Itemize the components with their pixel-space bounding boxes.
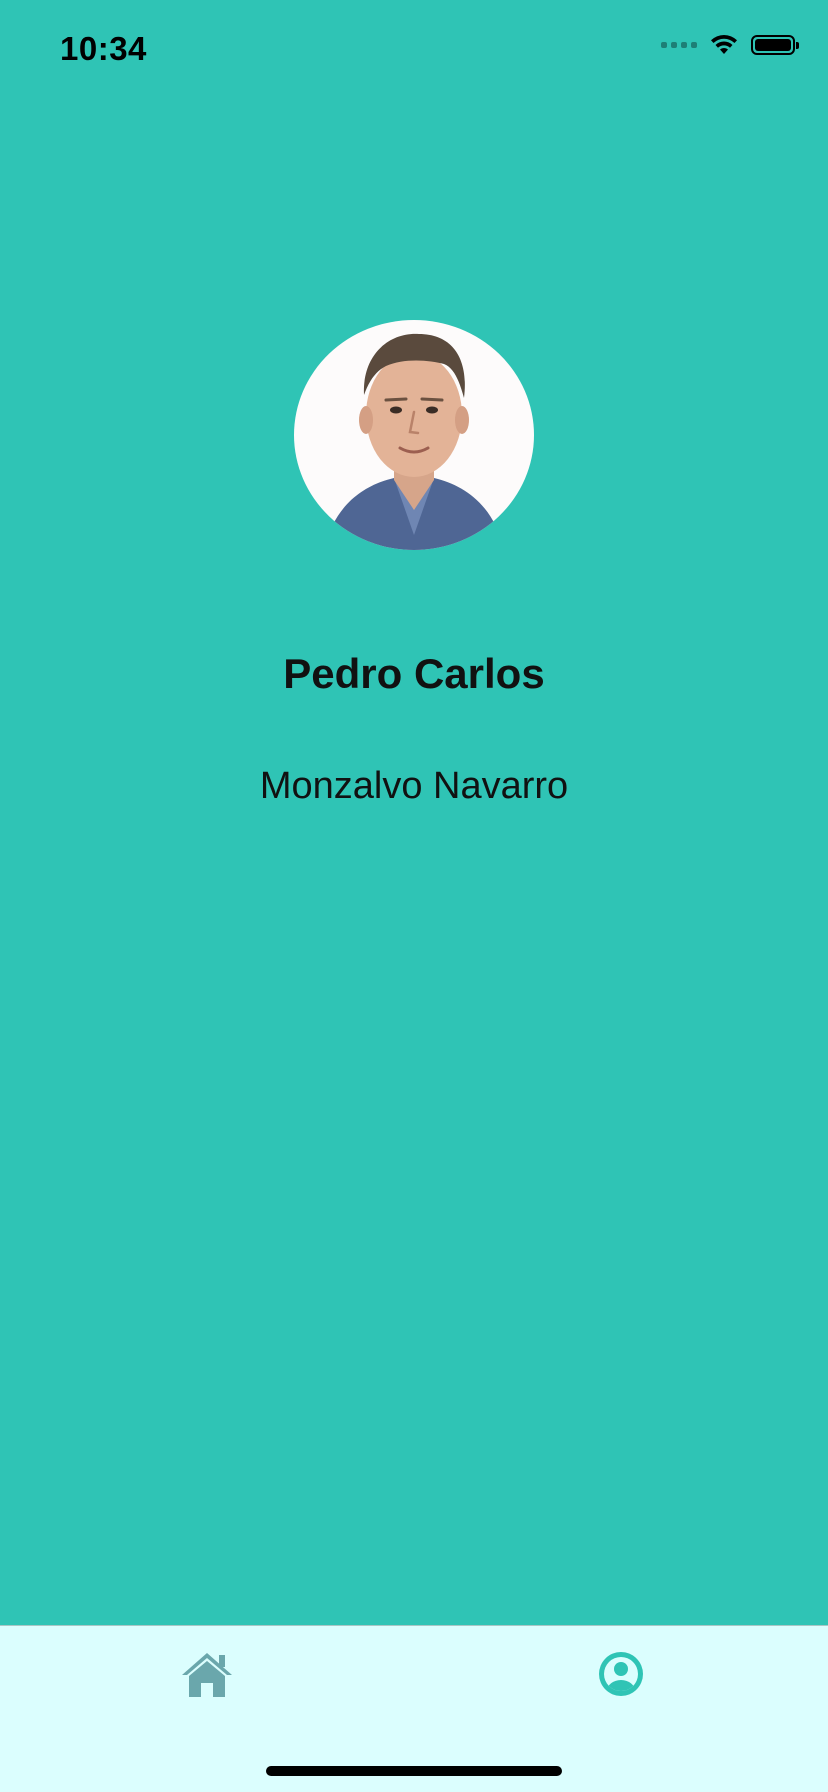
- avatar-photo: [324, 333, 504, 550]
- status-icons: [661, 34, 799, 56]
- profile-last-name: Monzalvo Navarro: [259, 765, 569, 807]
- profile-screen: 10:34 Pedro Carlos Monzalvo Navarro: [0, 0, 828, 1792]
- status-time: 10:34: [60, 30, 147, 67]
- battery-icon: [751, 35, 799, 55]
- avatar: [294, 320, 534, 550]
- tab-profile[interactable]: [591, 1644, 651, 1704]
- tab-home[interactable]: [177, 1644, 237, 1704]
- wifi-icon: [711, 34, 737, 54]
- home-indicator: [266, 1766, 562, 1776]
- home-icon: [182, 1653, 232, 1697]
- profile-first-name: Pedro Carlos: [283, 650, 545, 697]
- cellular-signal-icon: [661, 42, 697, 48]
- profile-icon: [599, 1652, 643, 1696]
